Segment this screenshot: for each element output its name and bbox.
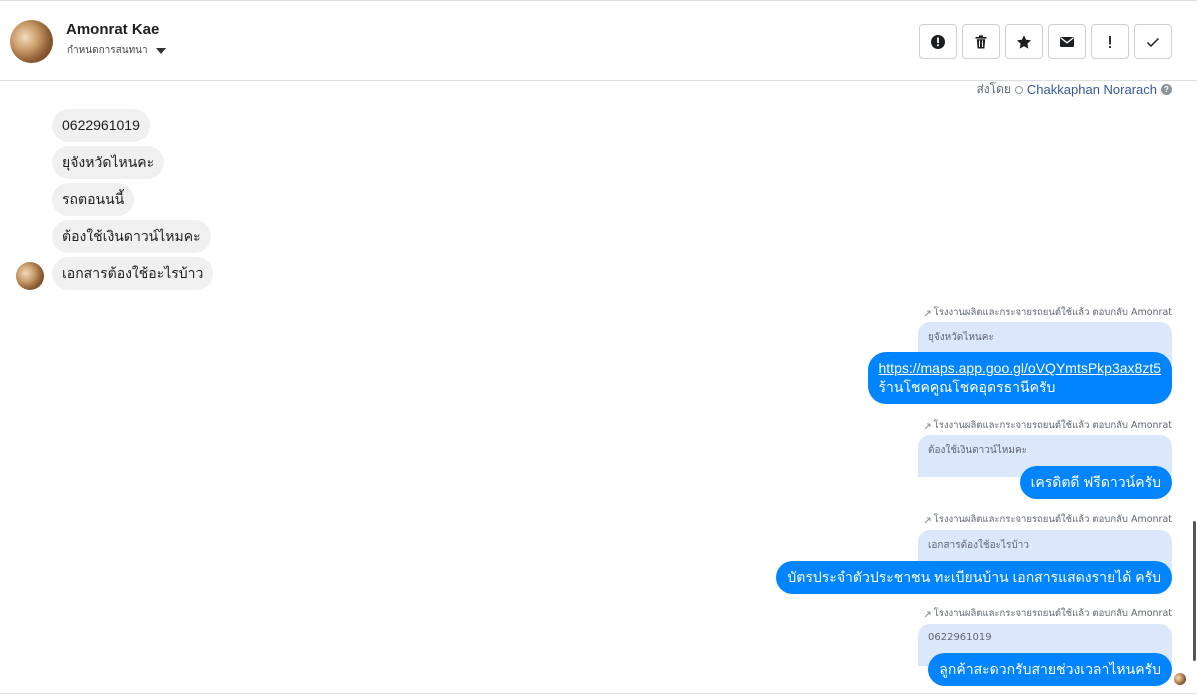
envelope-icon bbox=[1060, 36, 1074, 47]
alert-circle-icon bbox=[931, 34, 945, 49]
help-icon[interactable]: ? bbox=[1161, 84, 1172, 95]
caret-down-icon bbox=[155, 47, 166, 54]
message-link[interactable]: https://maps.app.goo.gl/oVQYmtsPkp3ax8zt… bbox=[879, 359, 1162, 378]
conversation-header: Amonrat Kae กำหนดการสนทนา bbox=[0, 0, 1197, 81]
reply-meta: โรงงานผลิตและกระจายรถยนต์ใช้แล้ว ตอบกลับ… bbox=[924, 418, 1172, 433]
outgoing-message[interactable]: https://maps.app.goo.gl/oVQYmtsPkp3ax8zt… bbox=[867, 352, 1172, 404]
incoming-message[interactable]: เอกสารต้องใช้อะไรบ้าว bbox=[52, 257, 214, 290]
reply-arrow-icon bbox=[924, 611, 931, 617]
sender-name-link[interactable]: Chakkaphan Norarach bbox=[1027, 82, 1157, 97]
reply-meta-text: โรงงานผลิตและกระจายรถยนต์ใช้แล้ว ตอบกลับ… bbox=[933, 307, 1172, 318]
contact-avatar-small bbox=[16, 262, 44, 290]
scrollbar-thumb[interactable] bbox=[1193, 521, 1196, 661]
incoming-message[interactable]: ยุจังหวัดไหนคะ bbox=[52, 146, 165, 179]
outgoing-message[interactable]: บัตรประจำตัวประชาชน ทะเบียนบ้าน เอกสารแส… bbox=[776, 561, 1172, 594]
mark-spam-button[interactable] bbox=[919, 24, 957, 59]
contact-avatar[interactable] bbox=[10, 20, 53, 63]
mark-done-button[interactable] bbox=[1134, 24, 1172, 59]
conversation-label-dropdown[interactable]: กำหนดการสนทนา bbox=[67, 43, 166, 58]
incoming-message[interactable]: รถตอนนนี้ bbox=[52, 183, 135, 216]
sent-status-icon bbox=[1014, 85, 1023, 94]
delete-button[interactable] bbox=[962, 24, 1000, 59]
check-icon bbox=[1146, 37, 1160, 47]
outgoing-message[interactable]: เครดิตดี ฟรีดาวน์ครับ bbox=[1019, 466, 1172, 499]
conversation-label-text: กำหนดการสนทนา bbox=[67, 45, 148, 56]
incoming-message[interactable]: ต้องใช้เงินดาวน์ไหมคะ bbox=[52, 220, 211, 253]
sent-by-prefix: ส่งโดย bbox=[976, 82, 1011, 96]
reply-meta: โรงงานผลิตและกระจายรถยนต์ใช้แล้ว ตอบกลับ… bbox=[924, 305, 1172, 320]
mark-unread-button[interactable] bbox=[1048, 24, 1086, 59]
important-button[interactable] bbox=[1091, 24, 1129, 59]
reply-meta-text: โรงงานผลิตและกระจายรถยนต์ใช้แล้ว ตอบกลับ… bbox=[933, 514, 1172, 525]
sent-by-line: ส่งโดย Chakkaphan Norarach ? bbox=[976, 80, 1172, 99]
reply-meta: โรงงานผลิตและกระจายรถยนต์ใช้แล้ว ตอบกลับ… bbox=[924, 606, 1172, 621]
reply-arrow-icon bbox=[924, 517, 931, 523]
reply-arrow-icon bbox=[924, 310, 931, 316]
seen-avatar bbox=[1174, 673, 1186, 685]
star-button[interactable] bbox=[1005, 24, 1043, 59]
reply-arrow-icon bbox=[924, 423, 931, 429]
incoming-message[interactable]: 0622961019 bbox=[52, 109, 150, 142]
star-icon bbox=[1017, 34, 1031, 49]
message-text: ร้านโชคคูณโชคอุดรธานีครับ bbox=[878, 379, 1056, 395]
divider bbox=[0, 693, 1197, 694]
exclamation-icon bbox=[1109, 35, 1111, 48]
reply-meta-text: โรงงานผลิตและกระจายรถยนต์ใช้แล้ว ตอบกลับ… bbox=[933, 608, 1172, 619]
reply-meta-text: โรงงานผลิตและกระจายรถยนต์ใช้แล้ว ตอบกลับ… bbox=[933, 420, 1172, 431]
contact-name[interactable]: Amonrat Kae bbox=[66, 21, 159, 38]
outgoing-message[interactable]: ลูกค้าสะดวกรับสายช่วงเวลาไหนครับ bbox=[928, 653, 1172, 686]
action-toolbar bbox=[919, 24, 1172, 59]
reply-meta: โรงงานผลิตและกระจายรถยนต์ใช้แล้ว ตอบกลับ… bbox=[924, 512, 1172, 527]
trash-icon bbox=[975, 34, 987, 48]
